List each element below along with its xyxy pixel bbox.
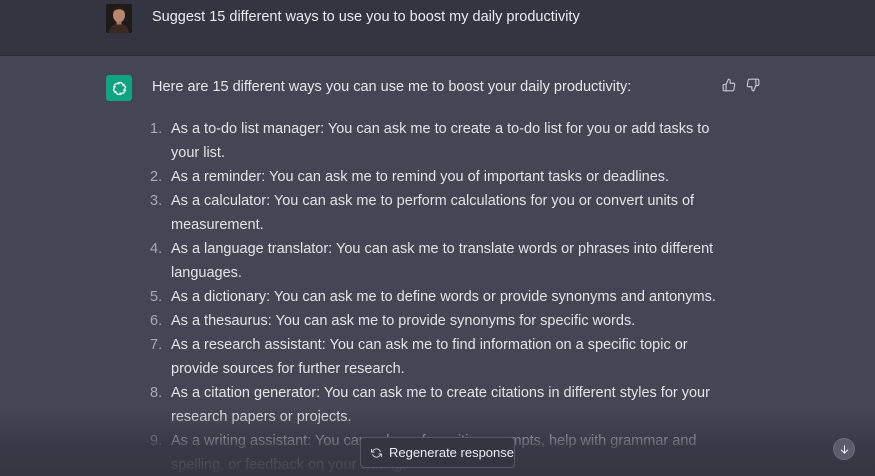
refresh-icon xyxy=(371,447,382,458)
regenerate-response-button[interactable]: Regenerate response xyxy=(360,437,515,468)
answer-list-item: 2. As a reminder: You can ask me to remin… xyxy=(150,165,711,189)
answer-list-item: 4. As a language translator: You can ask … xyxy=(150,237,714,285)
assistant-intro-text: Here are 15 different ways you can use m… xyxy=(152,79,632,95)
answer-list-item: 7. As a research assistant: You can ask m… xyxy=(150,333,711,381)
answer-list-item: 1. As a to-do list manager: You can ask m… xyxy=(150,117,711,165)
list-item-line: measurement. xyxy=(171,217,264,233)
user-avatar xyxy=(106,4,132,33)
answer-list-item: 5. As a dictionary: You can ask me to def… xyxy=(150,285,716,309)
list-item-number: 8. xyxy=(150,385,163,401)
list-item-line: As a calculator: You can ask me to perfo… xyxy=(171,193,695,209)
assistant-answer-list: 1. As a to-do list manager: You can ask m… xyxy=(150,117,716,476)
list-item-line: provide sources for further research. xyxy=(171,361,405,377)
scroll-to-bottom-button[interactable] xyxy=(833,438,855,460)
list-item-line: languages. xyxy=(171,265,242,281)
list-item-number: 6. xyxy=(150,313,163,329)
thumbs-up-icon[interactable] xyxy=(722,78,736,92)
list-item-line: As a research assistant: You can ask me … xyxy=(171,337,688,353)
regenerate-label: Regenerate response xyxy=(388,445,514,460)
list-item-number: 7. xyxy=(150,337,163,353)
list-item-line: As a language translator: You can ask me… xyxy=(171,241,714,257)
openai-logo-icon xyxy=(106,75,132,101)
list-item-number: 1. xyxy=(150,121,163,137)
list-item-line: your list. xyxy=(171,145,225,161)
list-item-number: 4. xyxy=(150,241,163,257)
answer-list-item: 6. As a thesaurus: You can ask me to prov… xyxy=(150,309,711,333)
chat-view: Suggest 15 different ways to use you to … xyxy=(0,0,875,476)
list-item-line: As a thesaurus: You can ask me to provid… xyxy=(171,313,636,329)
list-item-line: As a reminder: You can ask me to remind … xyxy=(171,169,670,185)
answer-list-item: 3. As a calculator: You can ask me to per… xyxy=(150,189,711,237)
answer-list-item: 8. As a citation generator: You can ask m… xyxy=(150,381,711,429)
arrow-down-icon xyxy=(840,444,848,454)
list-item-number: 2. xyxy=(150,169,163,185)
list-item-line: As a citation generator: You can ask me … xyxy=(171,385,710,401)
list-item-line: As a dictionary: You can ask me to defin… xyxy=(171,289,716,305)
list-item-line: As a to-do list manager: You can ask me … xyxy=(171,121,710,137)
user-prompt-text: Suggest 15 different ways to use you to … xyxy=(152,9,580,25)
user-message-row: Suggest 15 different ways to use you to … xyxy=(0,0,875,55)
list-item-number: 3. xyxy=(150,193,163,209)
thumbs-down-icon[interactable] xyxy=(746,78,760,92)
message-divider xyxy=(0,55,875,56)
list-item-line: research papers or projects. xyxy=(171,409,352,425)
list-item-number: 9. xyxy=(150,433,163,449)
list-item-number: 5. xyxy=(150,289,163,305)
